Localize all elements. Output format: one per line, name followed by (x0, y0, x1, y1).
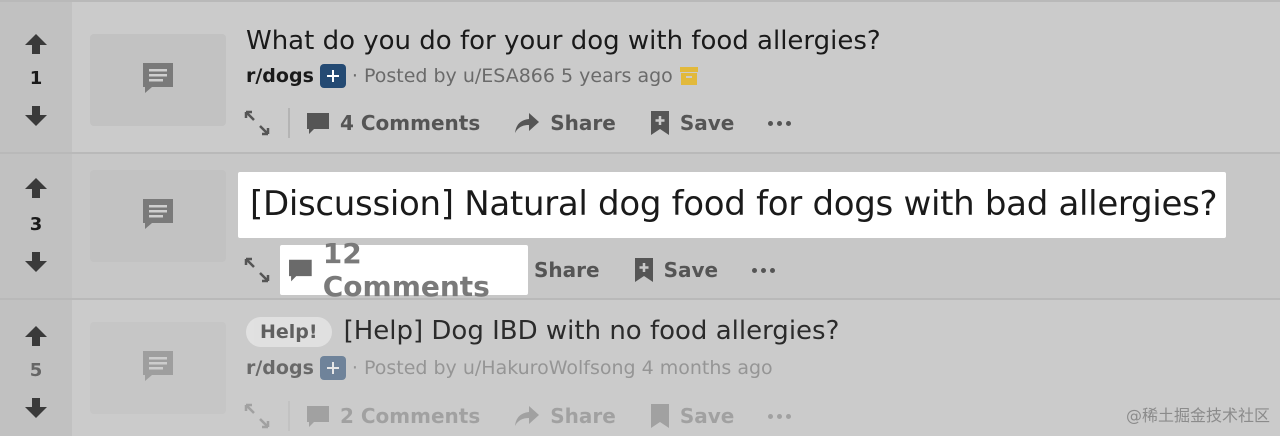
post-thumbnail[interactable] (90, 170, 226, 262)
comments-button[interactable]: 12 Comments (280, 237, 528, 303)
posted-by: · Posted by u/ESA866 5 years ago (351, 65, 673, 87)
save-button[interactable]: Save (650, 403, 735, 429)
comment-icon (289, 259, 312, 282)
share-icon (515, 113, 540, 133)
post-title[interactable]: What do you do for your dog with food al… (246, 26, 881, 56)
comments-label: 2 Comments (340, 404, 481, 428)
more-icon[interactable] (752, 267, 776, 273)
post-meta: r/dogs · Posted by u/ESA866 5 years ago (246, 64, 699, 88)
vote-column: 3 (0, 154, 72, 298)
downvote-arrow-icon[interactable] (24, 104, 48, 128)
vote-count: 3 (29, 214, 43, 235)
post-card[interactable]: 5 Help! [Help] Dog IBD with no food aller… (0, 298, 1280, 436)
post-thumbnail[interactable] (90, 34, 226, 126)
comments-label: 12 Comments (322, 237, 490, 303)
watermark: @稀土掘金技术社区 (1125, 406, 1270, 425)
post-title: [Help] Dog IBD with no food allergies? (343, 316, 840, 346)
flair-badge[interactable]: Help! (246, 316, 332, 347)
post-title: [Discussion] Natural dog food for dogs w… (250, 184, 1218, 224)
save-button[interactable]: Save (650, 110, 735, 136)
post-thumbnail[interactable] (90, 322, 226, 414)
archive-icon (679, 67, 698, 85)
share-button[interactable]: Share (514, 404, 616, 428)
vote-count: 1 (29, 68, 43, 89)
text-post-icon (143, 351, 173, 381)
post-card[interactable]: 1 What do you do for your dog with food … (0, 0, 1280, 152)
text-post-icon (143, 63, 173, 93)
save-icon (650, 404, 669, 428)
post-actions: 4 Comments Share Save (244, 105, 792, 141)
save-button[interactable]: Save (634, 257, 719, 283)
divider (288, 108, 290, 138)
upvote-arrow-icon[interactable] (24, 176, 48, 200)
vote-column: 5 (0, 300, 72, 436)
comment-icon (307, 113, 329, 134)
comments-label: 4 Comments (340, 111, 481, 135)
expand-icon[interactable] (244, 110, 270, 136)
vote-column: 1 (0, 2, 72, 152)
save-label: Save (663, 258, 719, 282)
expand-icon[interactable] (244, 257, 270, 283)
comments-button[interactable]: 4 Comments (306, 111, 480, 135)
upvote-arrow-icon[interactable] (24, 324, 48, 348)
highlighted-post-title[interactable]: [Discussion] Natural dog food for dogs w… (238, 172, 1226, 238)
save-label: Save (679, 404, 735, 428)
expand-icon[interactable] (244, 403, 270, 429)
post-actions: 2 Comments Share Save (244, 398, 792, 434)
upvote-arrow-icon[interactable] (24, 32, 48, 56)
save-icon (650, 111, 669, 135)
share-label: Share (534, 258, 600, 282)
share-button[interactable]: Share (514, 111, 616, 135)
join-plus-icon[interactable] (319, 64, 346, 88)
subreddit-link[interactable]: r/dogs (246, 357, 314, 379)
save-label: Save (679, 111, 735, 135)
downvote-arrow-icon[interactable] (24, 250, 48, 274)
divider (288, 401, 290, 431)
comments-button[interactable]: 2 Comments (306, 404, 480, 428)
downvote-arrow-icon[interactable] (24, 396, 48, 420)
save-icon (634, 258, 653, 282)
text-post-icon (143, 199, 173, 229)
comment-icon (307, 406, 329, 427)
join-plus-icon[interactable] (319, 356, 346, 380)
posted-by: · Posted by u/HakuroWolfsong 4 months ag… (351, 357, 773, 379)
share-button[interactable]: Share (534, 258, 600, 282)
more-icon[interactable] (768, 413, 792, 419)
post-title-row[interactable]: Help! [Help] Dog IBD with no food allergi… (246, 316, 839, 347)
post-meta: r/dogs · Posted by u/HakuroWolfsong 4 mo… (246, 356, 773, 380)
more-icon[interactable] (768, 120, 792, 126)
share-label: Share (550, 111, 616, 135)
vote-count: 5 (29, 360, 43, 381)
share-label: Share (550, 404, 616, 428)
share-icon (515, 406, 540, 426)
subreddit-link[interactable]: r/dogs (246, 65, 314, 87)
post-card[interactable]: 3 [Discussion] Natural dog food for dogs… (0, 152, 1280, 303)
